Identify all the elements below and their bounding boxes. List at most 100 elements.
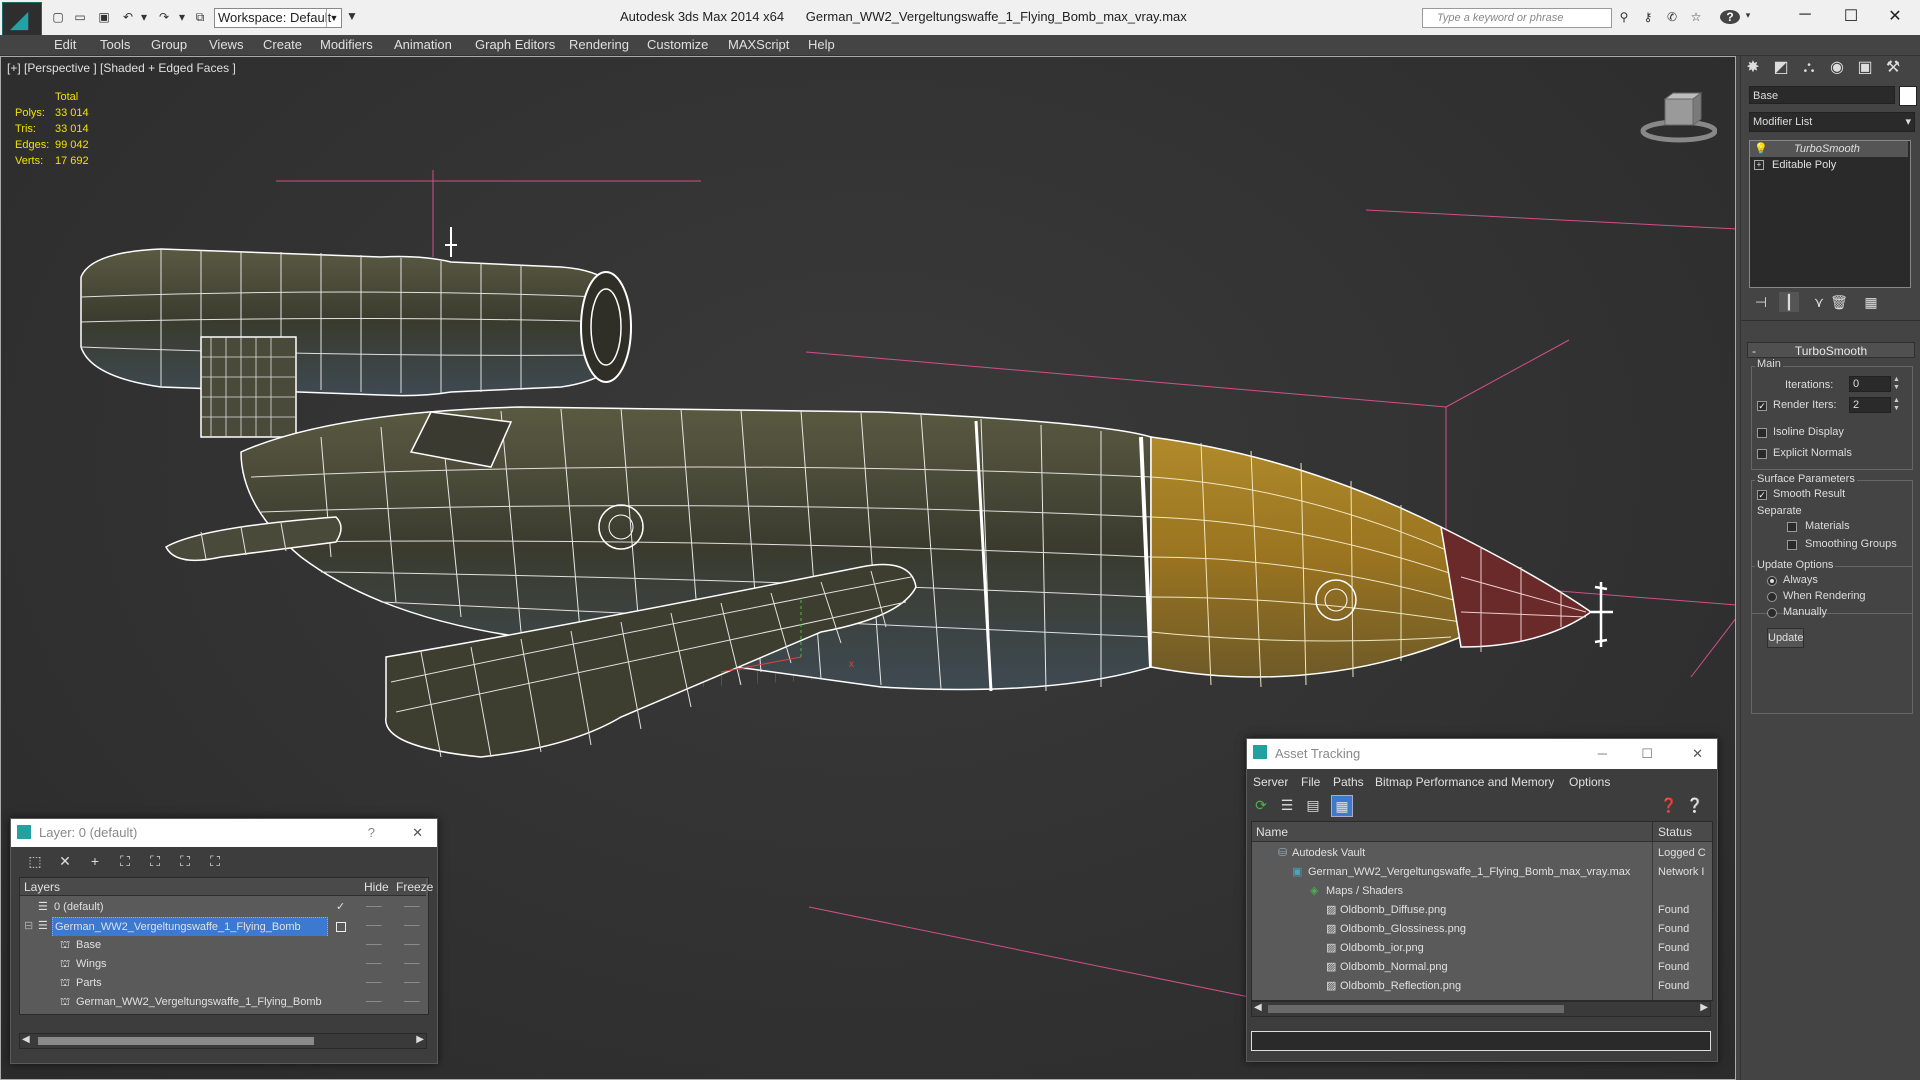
spinner-arrows-icon[interactable]: ▲ ▼ [1893, 397, 1900, 413]
menu-create[interactable]: Create [263, 35, 302, 55]
asset-row[interactable]: ▨ Oldbomb_Normal.png Found [1252, 958, 1712, 977]
menu-modifiers[interactable]: Modifiers [320, 35, 373, 55]
table-view-icon[interactable]: ▦ [1331, 795, 1353, 817]
asset-menu-server[interactable]: Server [1253, 771, 1288, 793]
layer-row[interactable]: ☰ 0 (default) ✓ ── ── [20, 898, 426, 917]
smoothing-groups-checkbox[interactable] [1787, 540, 1797, 550]
tree-view-icon[interactable]: ▤ [1303, 795, 1323, 815]
column-freeze[interactable]: Freeze [396, 878, 433, 896]
menu-maxscript[interactable]: MAXScript [728, 35, 789, 55]
when-rendering-radio[interactable] [1767, 592, 1777, 602]
scroll-left-icon[interactable]: ◀ [22, 1034, 30, 1045]
freeze-toggle[interactable]: ── [404, 917, 420, 936]
layer-object-row[interactable]: ⛫ German_WW2_Vergeltungswaffe_1_Flying_B… [20, 993, 426, 1012]
asset-menu-options[interactable]: Options [1569, 771, 1610, 793]
render-iters-checkbox[interactable]: ✓ [1757, 401, 1767, 411]
layer-close-button[interactable]: ✕ [412, 819, 423, 847]
asset-table[interactable]: Name Status ⛁ Autodesk Vault Logged C ▣ … [1251, 821, 1713, 1001]
bulb-icon[interactable]: 💡 [1754, 141, 1768, 157]
communication-icon[interactable]: ✆ [1664, 10, 1680, 24]
undo-dropdown-icon[interactable]: ▾ [136, 10, 152, 24]
menu-graph-editors[interactable]: Graph Editors [475, 35, 555, 55]
show-end-result-icon[interactable]: ┃ [1779, 292, 1799, 312]
display-tab-icon[interactable]: ▣ [1853, 56, 1877, 80]
smooth-result-checkbox[interactable]: ✓ [1757, 490, 1767, 500]
utilities-tab-icon[interactable]: ⚒ [1881, 56, 1905, 80]
make-unique-icon[interactable]: ⋎ [1809, 292, 1829, 312]
make-current-icon[interactable] [336, 922, 346, 932]
minimize-button[interactable]: ─ [1790, 6, 1820, 24]
freeze-toggle[interactable]: ── [404, 936, 420, 955]
asset-row[interactable]: ⛁ Autodesk Vault Logged C [1252, 844, 1712, 863]
undo-icon[interactable]: ↶ [120, 10, 136, 24]
active-layer-check-icon[interactable]: ✓ [336, 898, 345, 917]
remove-modifier-icon[interactable]: 🗑 [1829, 292, 1849, 312]
asset-maximize-button[interactable]: ☐ [1641, 739, 1653, 769]
workspace-dropdown[interactable]: Workspace: Default ▼ [214, 8, 342, 28]
object-color-swatch[interactable] [1899, 86, 1917, 106]
layer-object-row[interactable]: ⛫ Parts ── ── [20, 974, 426, 993]
highlight-layer-icon[interactable]: ⛶ [145, 851, 165, 871]
scroll-left-icon[interactable]: ◀ [1254, 1002, 1262, 1013]
asset-minimize-button[interactable]: ─ [1598, 739, 1607, 769]
search-input[interactable]: Type a keyword or phrase [1422, 8, 1612, 28]
hide-toggle[interactable]: ── [366, 974, 382, 993]
manually-radio[interactable] [1767, 608, 1777, 618]
asset-menu-bitmap-performance[interactable]: Bitmap Performance and Memory [1375, 771, 1554, 793]
quick-access-dropdown-icon[interactable]: ▼ [344, 9, 360, 23]
materials-checkbox[interactable] [1787, 522, 1797, 532]
update-button[interactable]: Update [1767, 628, 1805, 648]
menu-customize[interactable]: Customize [647, 35, 708, 55]
create-tab-icon[interactable]: ✸ [1741, 56, 1765, 80]
list-view-icon[interactable]: ☰ [1277, 795, 1297, 815]
asset-path-field[interactable] [1251, 1031, 1711, 1051]
layer-object-row[interactable]: ⛫ Wings ── ── [20, 955, 426, 974]
freeze-toggle[interactable]: ── [404, 974, 420, 993]
asset-horizontal-scrollbar[interactable]: ◀ ▶ [1251, 1001, 1711, 1017]
asset-row[interactable]: ◈ Maps / Shaders [1252, 882, 1712, 901]
layer-object-row[interactable]: ⛫ Base ── ── [20, 936, 426, 955]
favorites-star-icon[interactable]: ☆ [1688, 10, 1704, 24]
menu-animation[interactable]: Animation [394, 35, 452, 55]
isoline-display-checkbox[interactable] [1757, 428, 1767, 438]
stack-item-turbosmooth[interactable]: 💡 TurboSmooth [1750, 141, 1908, 157]
hide-toggle[interactable]: ── [366, 936, 382, 955]
help-icon[interactable]: ? [1720, 10, 1740, 24]
save-file-icon[interactable]: ▣ [96, 10, 112, 24]
freeze-toggle[interactable]: ── [404, 898, 420, 917]
hide-toggle[interactable]: ── [366, 955, 382, 974]
menu-help[interactable]: Help [808, 35, 835, 55]
iterations-spinner[interactable]: 0 [1849, 376, 1891, 392]
help-dropdown-icon[interactable]: ▾ [1740, 10, 1756, 24]
delete-layer-icon[interactable]: ✕ [55, 851, 75, 871]
object-name-field[interactable]: Base [1749, 86, 1895, 104]
asset-dialog-title-bar[interactable]: Asset Tracking ─ ☐ ✕ [1247, 739, 1717, 769]
scroll-right-icon[interactable]: ▶ [1700, 1002, 1708, 1013]
modifier-list-dropdown[interactable]: Modifier List ▾ [1749, 112, 1915, 132]
column-name[interactable]: Name [1256, 822, 1288, 842]
binoculars-icon[interactable]: ⚲ [1616, 10, 1632, 24]
hide-toggle[interactable]: ── [366, 993, 382, 1012]
always-radio[interactable] [1767, 576, 1777, 586]
modify-tab-icon[interactable]: ◩ [1769, 56, 1793, 80]
asset-row[interactable]: ▨ Oldbomb_Glossiness.png Found [1252, 920, 1712, 939]
asset-row[interactable]: ▣ German_WW2_Vergeltungswaffe_1_Flying_B… [1252, 863, 1712, 882]
pin-stack-icon[interactable]: ⊣ [1751, 292, 1771, 312]
menu-edit[interactable]: Edit [54, 35, 76, 55]
explicit-normals-checkbox[interactable] [1757, 449, 1767, 459]
stack-item-editable-poly[interactable]: + Editable Poly [1750, 157, 1908, 173]
column-divider[interactable] [1652, 822, 1653, 842]
asset-menu-paths[interactable]: Paths [1333, 771, 1364, 793]
layer-row-selected[interactable]: ⊟ ☰ German_WW2_Vergeltungswaffe_1_Flying… [20, 917, 426, 936]
configure-modifier-sets-icon[interactable]: ▦ [1861, 292, 1881, 312]
render-iters-spinner[interactable]: 2 [1849, 397, 1891, 413]
spinner-arrows-icon[interactable]: ▲ ▼ [1893, 376, 1900, 392]
asset-row[interactable]: ▨ Oldbomb_Diffuse.png Found [1252, 901, 1712, 920]
asset-row[interactable]: ▨ Oldbomb_ior.png Found [1252, 939, 1712, 958]
help-about-icon[interactable]: ❔ [1685, 795, 1705, 815]
hide-toggle[interactable]: ── [366, 917, 382, 936]
scroll-thumb[interactable] [38, 1037, 314, 1045]
maximize-button[interactable]: ☐ [1836, 6, 1866, 26]
close-button[interactable]: ✕ [1880, 6, 1910, 26]
scroll-right-icon[interactable]: ▶ [416, 1034, 424, 1045]
